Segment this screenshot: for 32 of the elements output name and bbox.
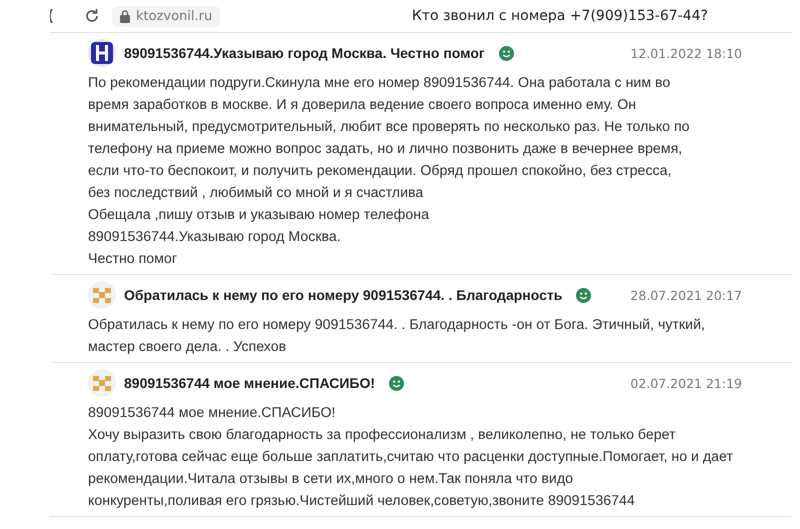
comment-text-line: Обещала ,пишу отзыв и указываю номер телефона xyxy=(88,206,429,225)
comment-text-line: Честно помог xyxy=(88,250,177,269)
comment-text-line: без последствий , любимый со мной и я счастлива xyxy=(88,184,424,203)
comment-text-line: Обратилась к нему по его номеру 9091536744. . Благодарность -он от Бога. Этичный, чуткий, xyxy=(88,316,705,335)
address-bar[interactable]: ktozvonil.ru xyxy=(112,6,220,26)
comment-date: 02.07.2021 21:19 xyxy=(630,376,742,390)
reload-icon[interactable] xyxy=(84,8,100,24)
comment-date: 28.07.2021 20:17 xyxy=(630,288,742,302)
lock-icon xyxy=(120,10,130,22)
comment-title[interactable]: 89091536744.Указываю город Москва. Честно помог xyxy=(124,45,485,61)
avatar-icon xyxy=(88,39,116,67)
smiley-icon xyxy=(576,288,592,302)
smiley-icon xyxy=(498,46,514,60)
comment-text-line: 89091536744.Указываю город Москва. xyxy=(88,228,341,247)
comment-text-line: время заработков в москве. И я доверила ведение своего вопроса именно ему. Он xyxy=(88,96,636,115)
comment-text-line: рекомендации.Читала отзывы в сети их,много о нем.Так поняла что видо xyxy=(88,470,573,489)
comment-text-line: внимательный, предусмотрительный, любит все проверять по несколько раз. Не только по xyxy=(88,118,690,137)
smiley-icon xyxy=(389,376,404,390)
comment-text-line: мастер своего дела. . Успехов xyxy=(88,338,286,357)
comment-date: 12.01.2022 18:10 xyxy=(630,46,742,60)
avatar-icon xyxy=(88,369,116,397)
page-title: Кто звонил с номера +7(909)153-67-44? xyxy=(412,8,708,24)
comment-text-line: По рекомендации подруги.Скинула мне его номер 89091536744. Она работала с ним во xyxy=(88,74,670,93)
comment-text-line: если что-то беспокоит, и получить рекомендации. Обряд прошел спокойно, без стресса, xyxy=(88,162,672,181)
comment-text-line: конкуренты,поливая его грязью.Чистейший человек,советую,звоните 89091536744 xyxy=(88,492,635,511)
avatar-icon xyxy=(88,281,116,309)
comment-text-line: Хочу выразить свою благодарность за профессионализм , великолепно, не только берет xyxy=(88,426,676,445)
comment-title[interactable]: 89091536744 мое мнение.СПАСИБО! xyxy=(124,375,375,391)
comment-text-line: телефону на приеме можно вопрос задать, но и лично позвонить даже в вечернее время, xyxy=(88,140,682,159)
comment-title[interactable]: Обратилась к нему по его номеру 9091536744. . Благодарность xyxy=(124,287,562,303)
comment-text-line: оплату,готова сейчас еще больше заплатить,считаю что расценки доступные.Помогает, но и дает xyxy=(88,448,733,467)
comment-text-line: 89091536744 мое мнение.СПАСИБО! xyxy=(88,404,336,423)
